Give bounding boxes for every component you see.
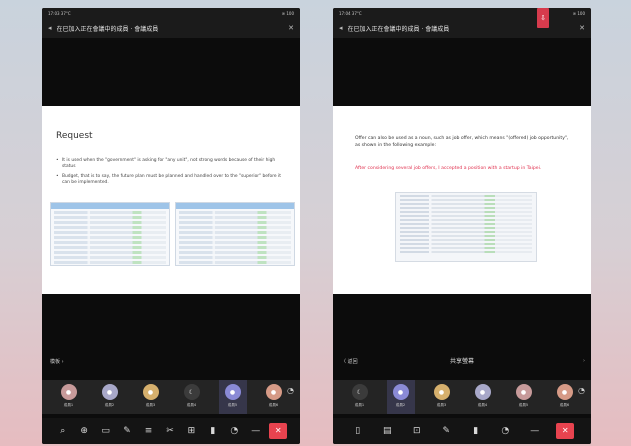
- participant-name: 成員3: [145, 403, 156, 407]
- avatar: ●: [265, 384, 282, 400]
- mic-icon[interactable]: ▮: [468, 426, 484, 436]
- slide-bullets: It is used when the "government" is aski…: [56, 158, 288, 190]
- status-bar: 17:03 37°C ≋ 100: [42, 8, 300, 18]
- spreadsheet-image: [50, 202, 170, 266]
- close-icon[interactable]: ✕: [579, 24, 585, 32]
- spreadsheet-image: [175, 202, 295, 266]
- spreadsheet-image: [395, 192, 537, 262]
- slide-screenshots: [50, 202, 295, 266]
- participant-name: 成員4: [186, 403, 197, 407]
- participant-tile[interactable]: ● 成員6: [260, 380, 288, 414]
- participant-name: 成員5: [227, 403, 238, 407]
- meeting-toolbar: ⌕ ⊕ ▭ ✎ ≡ ✂ ⊞ ▮ ◔ — ✕: [42, 418, 300, 444]
- avatar: ●: [515, 384, 532, 400]
- more-icon[interactable]: —: [527, 426, 543, 436]
- status-time: 17:04 37°C: [339, 10, 362, 16]
- participant-tile[interactable]: ● 成員5: [510, 380, 538, 414]
- avatar: ☾: [351, 384, 368, 400]
- layout-toggle[interactable]: 模板 ›: [50, 358, 64, 365]
- avatar: ●: [392, 384, 409, 400]
- participant-strip: ● 成員1 ● 成員2 ● 成員3 ☾ 成員4 ● 成員5 ● 成員6: [42, 380, 300, 414]
- annotate-icon[interactable]: ✎: [119, 426, 135, 436]
- participant-tile[interactable]: ● 成員3: [137, 380, 165, 414]
- sharing-label: 共享螢幕: [449, 358, 474, 365]
- participant-name: 成員1: [63, 403, 74, 407]
- speaker-icon[interactable]: ◔: [226, 426, 242, 436]
- left-phone-screen: 17:03 37°C ≋ 100 ◂ 在已加入正在會議中的成員 · 會議成員 ✕…: [42, 8, 300, 444]
- participant-strip: ☾ 成員1 ● 成員2 ● 成員3 ● 成員4 ● 成員5 ● 成員6: [333, 380, 591, 414]
- search-icon[interactable]: ⌕: [55, 426, 71, 436]
- device-icon[interactable]: ▯: [350, 426, 366, 436]
- back-icon[interactable]: ◂: [339, 24, 343, 32]
- participant-name: 成員2: [104, 403, 115, 407]
- avatar: ●: [142, 384, 159, 400]
- grid-icon[interactable]: ⊞: [183, 426, 199, 436]
- participant-tile-active[interactable]: ● 成員5: [218, 380, 247, 414]
- participant-tile-active[interactable]: ● 成員2: [386, 380, 415, 414]
- meeting-title-bar: ◂ 在已加入正在會議中的成員 · 會議成員 ✕ ⇩: [333, 8, 591, 38]
- participant-name: 成員2: [395, 403, 406, 407]
- end-call-button[interactable]: ✕: [269, 423, 288, 439]
- avatar: ●: [433, 384, 450, 400]
- speaker-icon[interactable]: ◔: [497, 426, 513, 436]
- participant-tile[interactable]: ● 成員1: [55, 380, 83, 414]
- annotate-icon[interactable]: ✎: [438, 426, 454, 436]
- menu-icon[interactable]: ≡: [141, 426, 157, 436]
- recording-badge[interactable]: ⇩: [537, 8, 549, 28]
- status-bar: 17:04 37°C ≋ 100: [333, 8, 591, 18]
- more-icon[interactable]: —: [248, 426, 264, 436]
- more-participants-icon[interactable]: ◔: [287, 386, 294, 395]
- avatar: ●: [474, 384, 491, 400]
- screen-icon[interactable]: ⊡: [409, 426, 425, 436]
- status-time: 17:03 37°C: [48, 10, 71, 16]
- slide-bullet: Budget, that is to say, the future plan …: [56, 174, 288, 186]
- more-participants-icon[interactable]: ◔: [578, 386, 585, 395]
- screen-icon[interactable]: ▭: [98, 426, 114, 436]
- participant-name: 成員6: [559, 403, 570, 407]
- meeting-toolbar: ▯ ▤ ⊡ ✎ ▮ ◔ — ✕: [333, 418, 591, 444]
- status-icons: ≋ 100: [572, 10, 585, 16]
- close-icon[interactable]: ✕: [288, 24, 294, 32]
- participant-name: 成員3: [436, 403, 447, 407]
- zoom-icon[interactable]: ⊕: [76, 426, 92, 436]
- participant-name: 成員6: [268, 403, 279, 407]
- participant-tile[interactable]: ● 成員6: [551, 380, 579, 414]
- mic-icon[interactable]: ▮: [205, 426, 221, 436]
- shared-slide: Request It is used when the "government"…: [42, 106, 300, 294]
- avatar: ●: [60, 384, 77, 400]
- end-call-button[interactable]: ✕: [556, 423, 575, 439]
- share-icon[interactable]: ✂: [162, 426, 178, 436]
- avatar: ●: [101, 384, 118, 400]
- status-icons: ≋ 100: [281, 10, 294, 16]
- participant-name: 成員4: [477, 403, 488, 407]
- meeting-title-bar: ◂ 在已加入正在會議中的成員 · 會議成員 ✕: [42, 18, 300, 38]
- slide-text: Offer can also be used as a noun, such a…: [355, 136, 569, 148]
- back-icon[interactable]: ◂: [48, 24, 52, 32]
- slide-heading: Request: [56, 131, 93, 141]
- avatar: ●: [556, 384, 573, 400]
- right-phone-screen: 17:04 37°C ≋ 100 ◂ 在已加入正在會議中的成員 · 會議成員 ✕…: [333, 8, 591, 444]
- slide-bullet: It is used when the "government" is aski…: [56, 158, 288, 170]
- meeting-title: 在已加入正在會議中的成員 · 會議成員: [56, 25, 159, 33]
- participant-name: 成員5: [518, 403, 529, 407]
- participant-tile[interactable]: ☾ 成員4: [178, 380, 206, 414]
- more-icon[interactable]: ›: [583, 358, 585, 364]
- avatar: ☾: [183, 384, 200, 400]
- avatar: ●: [224, 384, 241, 400]
- slide-example-text: After considering several job offers, I …: [355, 166, 542, 171]
- shared-slide: Offer can also be used as a noun, such a…: [333, 106, 591, 294]
- participant-tile[interactable]: ☾ 成員1: [346, 380, 374, 414]
- chat-icon[interactable]: ▤: [379, 426, 395, 436]
- participant-name: 成員1: [354, 403, 365, 407]
- participant-tile[interactable]: ● 成員3: [428, 380, 456, 414]
- participant-tile[interactable]: ● 成員4: [469, 380, 497, 414]
- participant-tile[interactable]: ● 成員2: [96, 380, 124, 414]
